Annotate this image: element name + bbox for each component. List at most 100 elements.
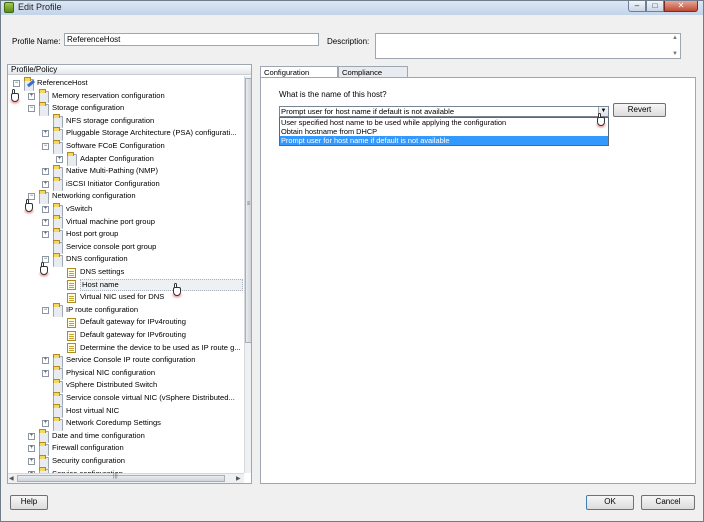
edit-profile-window: Edit Profile – □ ✕ Profile Name: Referen… <box>0 0 704 522</box>
hand-cursor-icon <box>23 199 35 215</box>
expand-icon[interactable]: + <box>42 130 49 138</box>
description-input[interactable]: ▲ ▼ <box>375 33 681 59</box>
tree-item[interactable]: Default gateway for IPv6routing <box>80 329 186 341</box>
option-user-specified[interactable]: User specified host name to be used whil… <box>280 118 608 127</box>
hand-cursor-icon <box>595 113 607 129</box>
title-bar[interactable]: Edit Profile – □ ✕ <box>1 1 703 15</box>
expand-icon[interactable]: + <box>42 369 49 377</box>
tree-item[interactable]: vSphere Distributed Switch <box>66 379 157 391</box>
vertical-scroll-thumb[interactable] <box>245 78 251 343</box>
tree-item[interactable]: Storage configuration <box>52 102 124 114</box>
expand-icon[interactable]: + <box>28 458 35 465</box>
tree-item[interactable]: Networking configuration <box>52 190 136 202</box>
help-button[interactable]: Help <box>10 495 48 510</box>
scroll-left-arrow-icon[interactable]: ◀ <box>9 475 14 482</box>
folder-icon <box>39 189 49 204</box>
window-title: Edit Profile <box>18 2 62 12</box>
ok-button[interactable]: OK <box>586 495 634 510</box>
details-panel: What is the name of this host? Prompt us… <box>260 77 696 484</box>
scroll-up-arrow-icon[interactable]: ▲ <box>671 35 679 41</box>
description-scrollbar[interactable]: ▲ ▼ <box>671 35 679 57</box>
hand-cursor-icon <box>171 283 183 299</box>
vsphere-app-icon <box>4 2 14 13</box>
policy-icon <box>67 317 76 328</box>
expand-icon[interactable]: + <box>42 218 49 226</box>
tree-item[interactable]: DNS configuration <box>66 253 128 265</box>
minimize-button[interactable]: – <box>628 1 646 12</box>
policy-icon <box>67 280 76 291</box>
hostname-option-select[interactable]: Prompt user for host name if default is … <box>279 106 609 117</box>
tree-item[interactable]: Memory reservation configuration <box>52 90 165 102</box>
hand-cursor-icon <box>38 262 50 278</box>
policy-icon <box>67 330 76 341</box>
collapse-icon[interactable]: − <box>13 80 20 87</box>
expand-icon[interactable]: + <box>28 432 35 440</box>
profile-name-input[interactable]: ReferenceHost <box>64 33 319 46</box>
tree-header[interactable]: Profile/Policy <box>8 65 251 75</box>
profile-name-label: Profile Name: <box>12 37 61 46</box>
tree-item[interactable]: Default gateway for IPv4routing <box>80 316 186 328</box>
collapse-icon[interactable]: − <box>42 306 49 314</box>
folder-icon <box>53 303 63 318</box>
tree-item[interactable]: Virtual machine port group <box>66 216 155 228</box>
tree-item[interactable]: NFS storage configuration <box>66 115 154 127</box>
hostname-option-list[interactable]: User specified host name to be used whil… <box>279 117 609 146</box>
tree-vertical-scrollbar[interactable]: ≡ <box>244 76 251 473</box>
expand-icon[interactable]: + <box>42 357 49 365</box>
expand-icon[interactable]: + <box>42 180 49 188</box>
collapse-icon[interactable]: − <box>28 105 35 113</box>
policy-icon <box>67 343 76 354</box>
tree-item[interactable]: Native Multi-Pathing (NMP) <box>66 165 158 177</box>
folder-icon <box>53 139 63 154</box>
tree-item[interactable]: iSCSI Initiator Configuration <box>66 178 160 190</box>
scroll-down-arrow-icon[interactable]: ▼ <box>671 51 679 57</box>
expand-icon[interactable]: + <box>28 445 35 453</box>
tree-item[interactable]: Security configuration <box>52 455 125 467</box>
tree-item[interactable]: vSwitch <box>66 203 92 215</box>
collapse-icon[interactable]: − <box>42 143 49 150</box>
close-button[interactable]: ✕ <box>664 1 698 12</box>
option-dhcp[interactable]: Obtain hostname from DHCP <box>280 127 608 136</box>
tree-item[interactable]: Determine the device to be used as IP ro… <box>80 342 241 354</box>
tree-item[interactable]: Adapter Configuration <box>80 153 154 165</box>
tree-item[interactable]: Physical NIC configuration <box>66 367 155 379</box>
folder-icon <box>53 252 63 267</box>
tree-item[interactable]: DNS settings <box>80 266 124 278</box>
option-prompt-user[interactable]: Prompt user for host name if default is … <box>280 136 608 145</box>
expand-icon[interactable]: + <box>42 420 49 428</box>
tree-item[interactable]: Host name <box>80 278 243 291</box>
expand-icon[interactable]: + <box>42 206 49 213</box>
tree-item[interactable]: ReferenceHost <box>37 77 88 89</box>
select-value: Prompt user for host name if default is … <box>281 107 455 116</box>
tree-item[interactable]: Host port group <box>66 228 118 240</box>
grip-icon: ||| <box>113 473 118 479</box>
policy-icon <box>67 292 76 303</box>
tree-item[interactable]: Date and time configuration <box>52 430 145 442</box>
revert-button[interactable]: Revert <box>613 103 666 117</box>
tree-item[interactable]: Service Console IP route configuration <box>66 354 195 366</box>
tree-item[interactable]: Pluggable Storage Architecture (PSA) con… <box>66 127 237 139</box>
tree-item[interactable]: Software FCoE Configuration <box>66 140 165 152</box>
maximize-button[interactable]: □ <box>646 1 664 12</box>
scroll-right-arrow-icon[interactable]: ▶ <box>236 475 241 482</box>
tree-horizontal-scrollbar[interactable]: ◀ ||| ▶ <box>8 473 244 483</box>
tree-item[interactable]: IP route configuration <box>66 304 138 316</box>
tree-item[interactable]: Virtual NIC used for DNS <box>80 291 164 303</box>
expand-icon[interactable]: + <box>28 92 35 100</box>
dialog-content: Profile Name: ReferenceHost Description:… <box>4 16 701 519</box>
expand-icon[interactable]: + <box>42 168 49 176</box>
grip-icon: ≡ <box>246 201 251 207</box>
question-label: What is the name of this host? <box>279 90 387 99</box>
tree-item[interactable]: Network Coredump Settings <box>66 417 161 429</box>
tree-item[interactable]: Firewall configuration <box>52 442 124 454</box>
tree-item[interactable]: Service console virtual NIC (vSphere Dis… <box>66 392 235 404</box>
horizontal-scroll-thumb[interactable] <box>17 475 225 482</box>
expand-icon[interactable]: + <box>56 155 63 163</box>
tree-item[interactable]: Host virtual NIC <box>66 405 119 417</box>
hand-cursor-icon <box>9 89 21 105</box>
cancel-button[interactable]: Cancel <box>641 495 695 510</box>
expand-icon[interactable]: + <box>42 231 49 239</box>
description-label: Description: <box>327 37 370 46</box>
tree-item[interactable]: Service console port group <box>66 241 156 253</box>
profile-name-value: ReferenceHost <box>67 35 121 44</box>
